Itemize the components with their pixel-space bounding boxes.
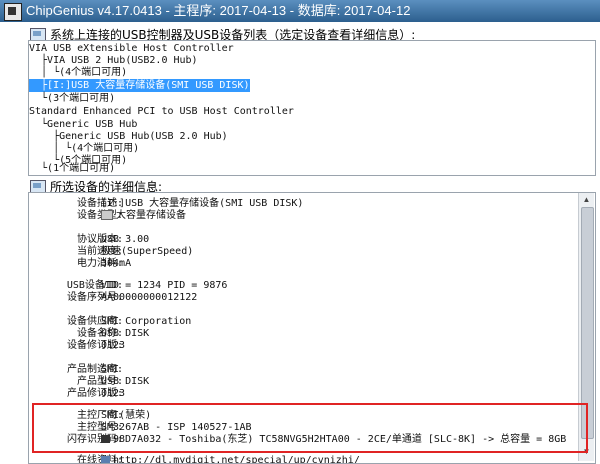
value-device-type: 大容量存储设备 — [101, 210, 186, 222]
scroll-up-icon[interactable]: ▲ — [579, 193, 594, 207]
value-product-revision: 0123 — [101, 388, 126, 399]
value-device-desc: [I:]USB 大容量存储设备(SMI USB DISK) — [101, 198, 304, 209]
value-model: USB DISK — [101, 376, 150, 387]
tree-item[interactable]: Standard Enhanced PCI to USB Host Contro… — [29, 105, 294, 118]
app-icon — [4, 3, 22, 21]
device-tree[interactable]: VIA USB eXtensible Host Controller ├VIA … — [28, 40, 596, 176]
tree-item-label: ├[I:]USB 大容量存储设备(SMI USB DISK) — [29, 80, 250, 91]
value-manufacturer: SMI — [101, 364, 120, 375]
value-serial: AA00000000012122 — [101, 292, 198, 303]
value-device-type-text: 大容量存储设备 — [116, 210, 186, 221]
value-online-tools[interactable]: http://dl.mydigit.net/special/up/cvnizhi… — [101, 455, 360, 463]
tree-item-selected[interactable]: ├[I:]USB 大容量存储设备(SMI USB DISK) — [29, 79, 250, 92]
value-name: USB DISK — [101, 328, 150, 339]
value-protocol: USB 3.00 — [101, 234, 150, 245]
value-usb-id: VID = 1234 PID = 9876 — [101, 280, 228, 291]
tree-item[interactable]: └(1个端口可用) — [29, 162, 115, 175]
disk-icon — [101, 210, 113, 220]
online-tools-link[interactable]: http://dl.mydigit.net/special/up/cvnizhi… — [113, 455, 360, 463]
value-speed: 极速(SuperSpeed) — [101, 246, 194, 257]
web-icon — [101, 456, 110, 463]
controller-info-highlight — [32, 403, 588, 453]
tree-item[interactable]: │ └(4个端口可用) — [29, 66, 127, 79]
value-revision: 0123 — [101, 340, 126, 351]
value-vendor: SMI Corporation — [101, 316, 192, 327]
window-title: ChipGenius v4.17.0413 - 主程序: 2017-04-13 … — [26, 3, 411, 18]
value-power: 304mA — [101, 258, 132, 269]
tree-item[interactable]: └(3个端口可用) — [29, 92, 115, 105]
title-bar: ChipGenius v4.17.0413 - 主程序: 2017-04-13 … — [0, 0, 600, 22]
